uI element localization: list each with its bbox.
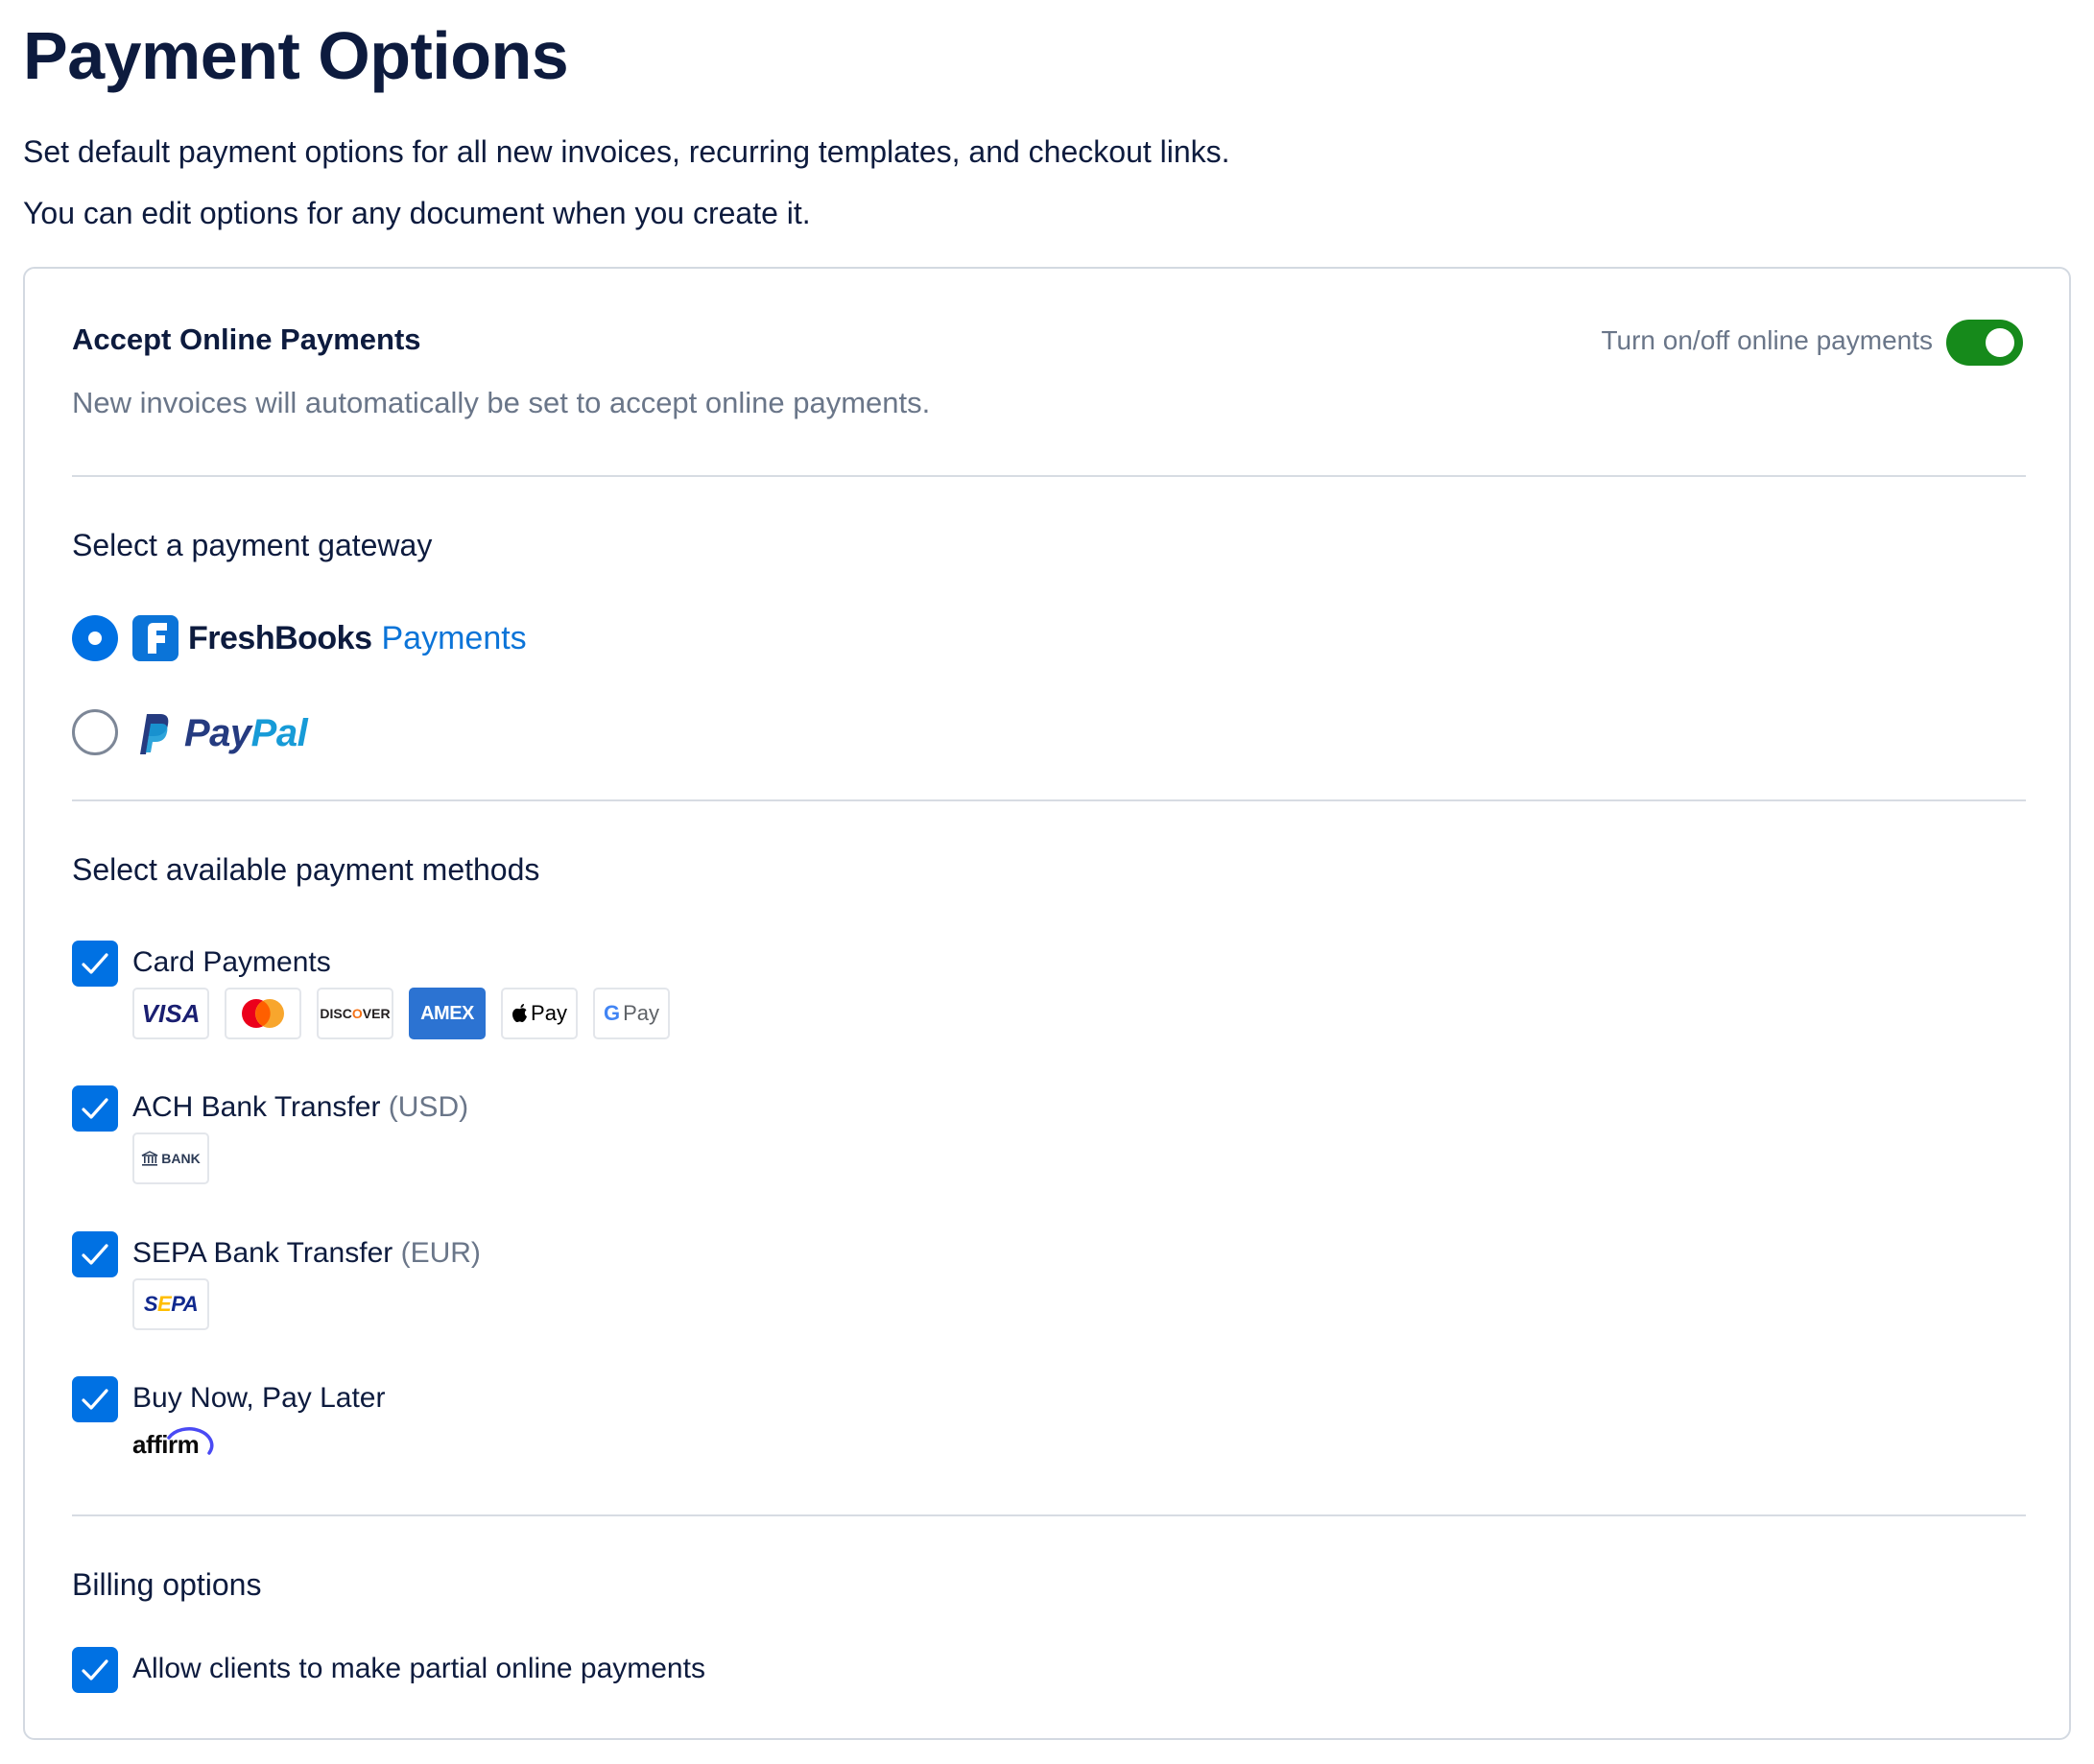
checkmark-icon [82,1098,108,1119]
gateway-radio-paypal[interactable] [72,709,118,755]
mastercard-icon [242,999,284,1028]
checkmark-icon [82,1659,108,1681]
online-payments-toggle-label: Turn on/off online payments [1601,325,1933,355]
checkmark-icon [82,1244,108,1265]
divider [72,1514,2026,1516]
google-g-icon: G [603,1001,621,1025]
freshbooks-payments-logo[interactable]: FreshBooks Payments [132,614,527,662]
checkmark-icon [82,953,108,974]
intro-note: You can edit options for any document wh… [23,196,811,230]
amex-badge: AMEX [409,988,486,1039]
paypal-brand-part2: Pal [250,711,308,754]
payment-options-page: Payment Options Set default payment opti… [0,0,2094,1764]
discover-badge: DISCOVER [317,988,393,1039]
sepa-bank-transfer-label: SEPA Bank Transfer (EUR) [132,1237,481,1269]
card-payments-label: Card Payments [132,946,331,978]
divider [72,475,2026,477]
buy-now-pay-later-checkbox[interactable] [72,1376,118,1422]
toggle-knob [1986,328,2014,357]
methods-section-title: Select available payment methods [72,852,540,887]
gateway-radio-freshbooks[interactable] [72,615,118,661]
gateway-section-title: Select a payment gateway [72,528,433,562]
online-payments-title: Accept Online Payments [72,322,421,356]
freshbooks-product: Payments [381,619,527,656]
card-payments-checkbox[interactable] [72,941,118,987]
visa-badge: VISA [132,988,209,1039]
sepa-bank-transfer-checkbox[interactable] [72,1231,118,1277]
freshbooks-logo-icon [132,615,178,661]
buy-now-pay-later-label: Buy Now, Pay Later [132,1382,386,1414]
paypal-logo[interactable]: Pay Pal [132,706,308,760]
online-payments-card: Accept Online Payments New invoices will… [23,267,2071,1740]
partial-payments-checkbox[interactable] [72,1647,118,1693]
page-title: Payment Options [23,18,569,93]
bank-icon [141,1151,158,1166]
partial-payments-label: Allow clients to make partial online pay… [132,1653,705,1684]
ach-bank-transfer-label: ACH Bank Transfer (USD) [132,1091,469,1123]
apple-pay-badge: Pay [501,988,578,1039]
affirm-logo: affirm [132,1420,219,1459]
divider [72,799,2026,801]
paypal-logo-icon [140,714,169,754]
intro-text: Set default payment options for all new … [23,134,1230,169]
sepa-badge: SEPA [132,1278,209,1330]
checkmark-icon [82,1389,108,1410]
paypal-brand-part1: Pay [184,711,251,754]
ach-bank-transfer-checkbox[interactable] [72,1085,118,1132]
billing-section-title: Billing options [72,1567,262,1602]
mastercard-badge [225,988,301,1039]
online-payments-description: New invoices will automatically be set t… [72,386,931,419]
apple-icon [512,1004,528,1022]
bank-badge: BANK [132,1132,209,1184]
google-pay-badge: G Pay [593,988,670,1039]
online-payments-toggle[interactable] [1946,320,2023,366]
freshbooks-brand: FreshBooks [188,619,372,656]
